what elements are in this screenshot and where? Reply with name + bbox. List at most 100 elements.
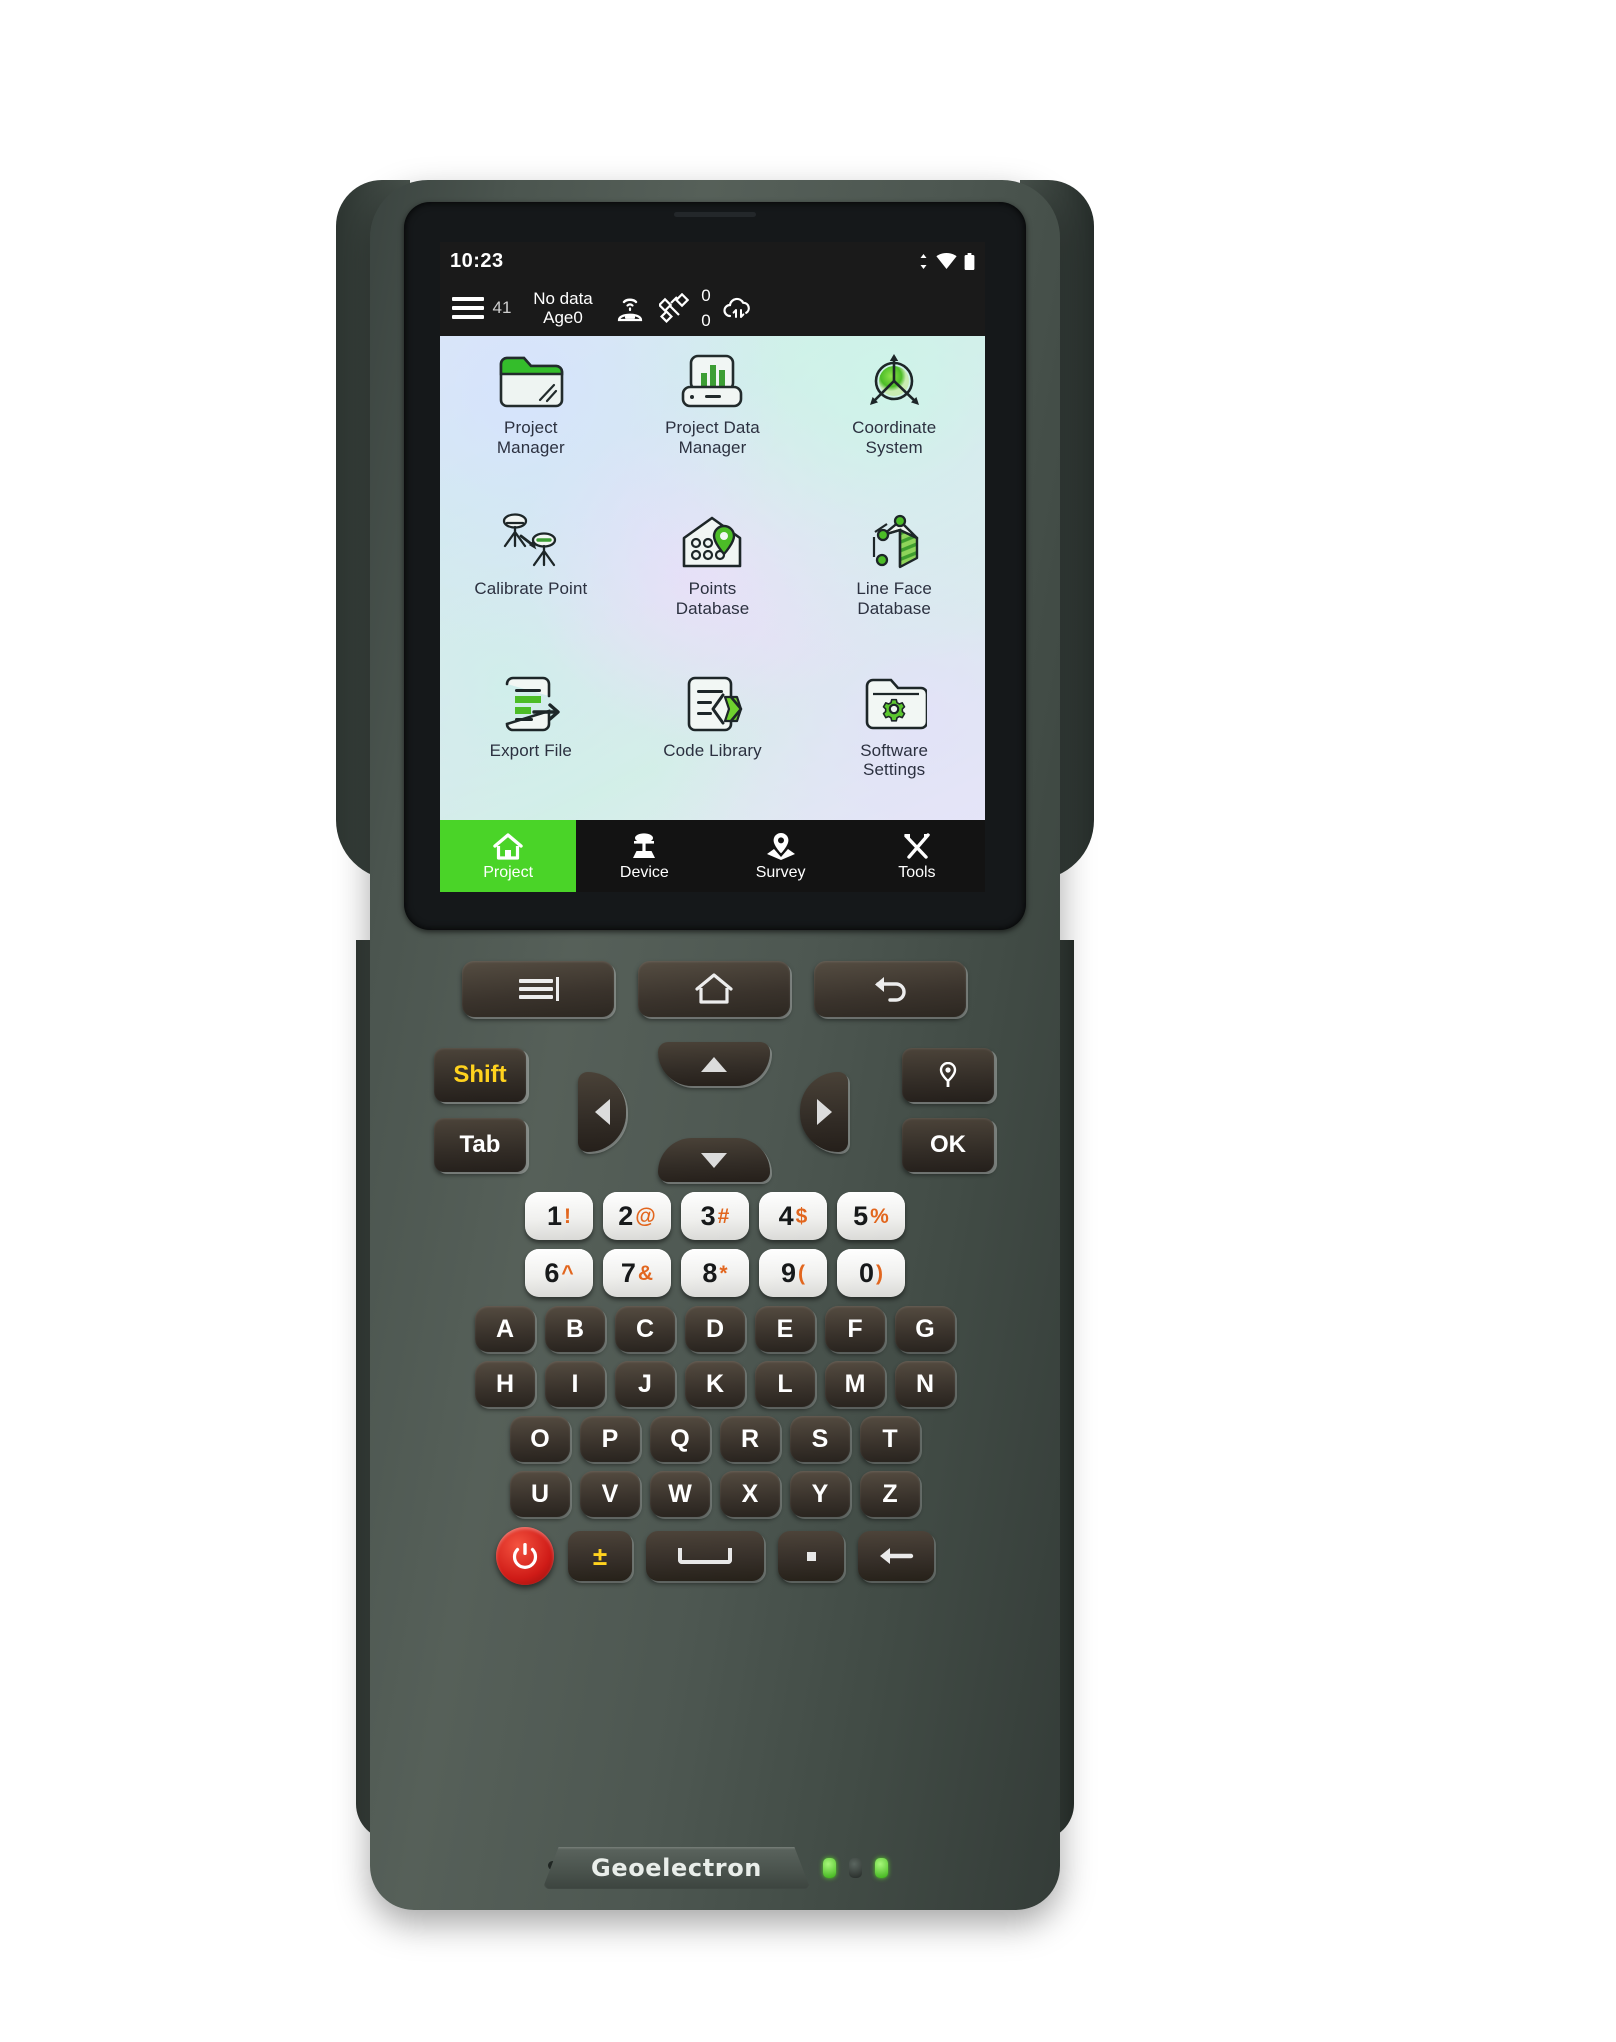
key-c[interactable]: C [615, 1306, 675, 1352]
key-i[interactable]: I [545, 1361, 605, 1407]
age-status: Age0 [543, 308, 583, 327]
key-5[interactable]: 5 % [837, 1192, 905, 1240]
tab-project[interactable]: Project [440, 820, 577, 892]
key-digit: 6 [544, 1257, 560, 1288]
key-0[interactable]: 0 ) [837, 1249, 905, 1297]
satellite-count: 41 [492, 298, 512, 317]
tab-tools[interactable]: Tools [849, 820, 985, 892]
key-d[interactable]: D [685, 1306, 745, 1352]
pin-shortcut-key[interactable] [902, 1048, 994, 1102]
solution-status: No data [533, 288, 593, 308]
app-software-settings[interactable]: Software Settings [803, 659, 985, 820]
satellite-icon[interactable] [654, 288, 694, 328]
app-points-database[interactable]: Points Database [622, 497, 804, 658]
app-calibrate-point[interactable]: Calibrate Point [440, 497, 622, 658]
app-project-manager[interactable]: Project Manager [440, 336, 622, 497]
plus-minus-key[interactable]: ± [568, 1531, 632, 1581]
key-o[interactable]: O [510, 1416, 570, 1462]
key-z[interactable]: Z [860, 1471, 920, 1517]
key-symbol: $ [795, 1204, 808, 1228]
key-symbol: * [719, 1261, 728, 1285]
android-nav-button-row [420, 958, 1008, 1020]
backspace-key[interactable] [858, 1531, 934, 1581]
key-m[interactable]: M [825, 1361, 885, 1407]
key-h[interactable]: H [475, 1361, 535, 1407]
key-p[interactable]: P [580, 1416, 640, 1462]
app-toolbar: 41 No data Age0 0 0 [440, 280, 985, 336]
app-label: Export File [489, 740, 572, 760]
space-bar-icon [678, 1548, 732, 1564]
key-8[interactable]: 8 * [681, 1249, 749, 1297]
cloud-transfer-icon[interactable] [718, 288, 758, 328]
dpad [572, 1042, 854, 1182]
app-export-file[interactable]: Export File [440, 659, 622, 820]
tab-label: Tools [898, 864, 936, 881]
base-station-icon[interactable] [610, 288, 650, 328]
key-s[interactable]: S [790, 1416, 850, 1462]
key-f[interactable]: F [825, 1306, 885, 1352]
space-key[interactable] [646, 1531, 764, 1581]
dpad-up-key[interactable] [658, 1042, 770, 1086]
key-4[interactable]: 4 $ [759, 1192, 827, 1240]
key-w[interactable]: W [650, 1471, 710, 1517]
battery-icon [964, 252, 975, 270]
led-indicator [874, 1858, 888, 1878]
key-e[interactable]: E [755, 1306, 815, 1352]
hw-menu-button[interactable] [462, 961, 614, 1017]
key-y[interactable]: Y [790, 1471, 850, 1517]
key-g[interactable]: G [895, 1306, 955, 1352]
key-6[interactable]: 6 ^ [525, 1249, 593, 1297]
app-coordinate-system[interactable]: Coordinate System [803, 336, 985, 497]
alpha-row-1: A B C D E F G [404, 1306, 1026, 1352]
key-u[interactable]: U [510, 1471, 570, 1517]
status-system-icons [918, 252, 975, 270]
key-j[interactable]: J [615, 1361, 675, 1407]
key-a[interactable]: A [475, 1306, 535, 1352]
dpad-down-key[interactable] [658, 1138, 770, 1182]
ok-key[interactable]: OK [902, 1118, 994, 1172]
tab-key[interactable]: Tab [434, 1118, 526, 1172]
period-key[interactable] [778, 1531, 844, 1581]
app-line-face-database[interactable]: Line Face Database [803, 497, 985, 658]
key-v[interactable]: V [580, 1471, 640, 1517]
tab-device[interactable]: Device [576, 820, 712, 892]
key-l[interactable]: L [755, 1361, 815, 1407]
power-icon [512, 1543, 538, 1569]
key-x[interactable]: X [720, 1471, 780, 1517]
key-symbol: ^ [561, 1261, 574, 1285]
shift-key[interactable]: Shift [434, 1048, 526, 1102]
key-t[interactable]: T [860, 1416, 920, 1462]
alpha-row-2: H I J K L M N [404, 1361, 1026, 1407]
counter-top: 0 [701, 285, 711, 305]
key-symbol: @ [635, 1204, 656, 1228]
handheld-device: 10:23 41 No data Age0 0 0 Project Manage… [336, 180, 1094, 1910]
key-1[interactable]: 1 ! [525, 1192, 593, 1240]
key-7[interactable]: 7 & [603, 1249, 671, 1297]
tab-survey[interactable]: Survey [713, 820, 849, 892]
key-q[interactable]: Q [650, 1416, 710, 1462]
folder-gear-icon [857, 671, 931, 737]
key-digit: 5 [853, 1200, 869, 1231]
hw-home-button[interactable] [638, 961, 790, 1017]
key-r[interactable]: R [720, 1416, 780, 1462]
app-project-data-manager[interactable]: Project Data Manager [622, 336, 804, 497]
hw-back-button[interactable] [814, 961, 966, 1017]
hamburger-menu-icon[interactable] [448, 297, 484, 319]
counter-bottom: 0 [701, 311, 711, 330]
key-symbol: ( [798, 1261, 806, 1285]
key-k[interactable]: K [685, 1361, 745, 1407]
key-b[interactable]: B [545, 1306, 605, 1352]
dpad-right-key[interactable] [800, 1072, 848, 1152]
key-n[interactable]: N [895, 1361, 955, 1407]
app-label: Code Library [663, 740, 762, 760]
key-digit: 3 [700, 1200, 716, 1231]
key-3[interactable]: 3 # [681, 1192, 749, 1240]
dpad-control-area: Shift Tab OK [412, 1042, 1016, 1182]
key-9[interactable]: 9 ( [759, 1249, 827, 1297]
app-code-library[interactable]: Code Library [622, 659, 804, 820]
power-key[interactable] [496, 1527, 554, 1585]
led-indicators [822, 1858, 888, 1878]
dpad-left-key[interactable] [578, 1072, 626, 1152]
key-digit: 2 [618, 1200, 634, 1231]
key-2[interactable]: 2 @ [603, 1192, 671, 1240]
